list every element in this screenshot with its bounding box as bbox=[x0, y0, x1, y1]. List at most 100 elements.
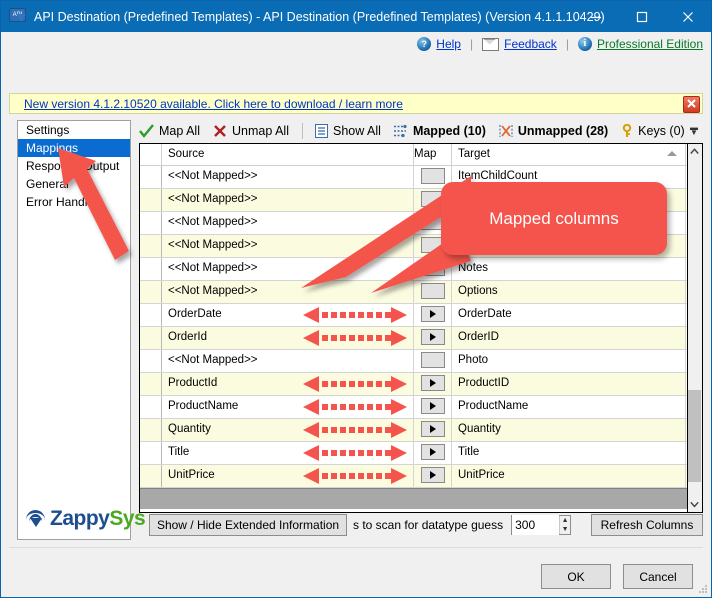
grid-header-map[interactable]: Map bbox=[414, 144, 452, 165]
target-cell[interactable]: Options bbox=[452, 281, 686, 303]
row-selector-cell[interactable] bbox=[140, 373, 162, 395]
update-link[interactable]: New version 4.1.2.10520 available. Click… bbox=[24, 97, 403, 111]
source-cell[interactable]: UnitPrice bbox=[162, 465, 414, 487]
mapped-filter-button[interactable]: Mapped (10) bbox=[393, 124, 486, 138]
sidebar-item-general[interactable]: General bbox=[18, 175, 130, 193]
source-cell[interactable]: ProductName bbox=[162, 396, 414, 418]
row-selector-cell[interactable] bbox=[140, 166, 162, 188]
grid-vertical-scrollbar[interactable] bbox=[688, 143, 703, 513]
table-row[interactable]: Quantity Quantity bbox=[140, 419, 687, 442]
map-all-button[interactable]: Map All bbox=[139, 124, 200, 138]
target-cell[interactable]: UnitPrice bbox=[452, 465, 686, 487]
row-selector-cell[interactable] bbox=[140, 419, 162, 441]
map-toggle-cell[interactable] bbox=[414, 304, 452, 326]
map-button-active[interactable] bbox=[420, 375, 445, 391]
stepper-down-icon[interactable]: ▼ bbox=[560, 525, 570, 534]
table-row[interactable]: <<Not Mapped>> Photo bbox=[140, 350, 687, 373]
table-row[interactable]: <<Not Mapped>> Options bbox=[140, 281, 687, 304]
map-toggle-cell[interactable] bbox=[414, 258, 452, 280]
ok-button[interactable]: OK bbox=[541, 564, 611, 589]
row-selector-cell[interactable] bbox=[140, 235, 162, 257]
unmap-all-button[interactable]: Unmap All bbox=[213, 124, 289, 138]
map-button-active[interactable] bbox=[420, 444, 445, 460]
scroll-up-button[interactable] bbox=[688, 144, 701, 159]
source-cell[interactable]: <<Not Mapped>> bbox=[162, 189, 414, 211]
table-row[interactable]: ProductId ProductID bbox=[140, 373, 687, 396]
target-cell[interactable]: Notes bbox=[452, 258, 686, 280]
source-cell[interactable]: OrderId bbox=[162, 327, 414, 349]
map-toggle-cell[interactable] bbox=[414, 396, 452, 418]
map-button-inactive[interactable] bbox=[420, 168, 445, 184]
resize-gripper[interactable] bbox=[698, 584, 708, 594]
target-cell[interactable]: Title bbox=[452, 442, 686, 464]
row-selector-cell[interactable] bbox=[140, 189, 162, 211]
table-row[interactable]: ProductName ProductName bbox=[140, 396, 687, 419]
row-selector-cell[interactable] bbox=[140, 396, 162, 418]
source-cell[interactable]: ProductId bbox=[162, 373, 414, 395]
scrollbar-thumb[interactable] bbox=[688, 390, 701, 482]
map-button-active[interactable] bbox=[420, 306, 445, 322]
feedback-link[interactable]: Feedback bbox=[504, 37, 557, 51]
target-cell[interactable]: OrderID bbox=[452, 327, 686, 349]
row-selector-cell[interactable] bbox=[140, 465, 162, 487]
table-row[interactable]: <<Not Mapped>> Notes bbox=[140, 258, 687, 281]
scan-rows-stepper[interactable]: ▲ ▼ bbox=[511, 515, 572, 535]
scan-rows-input[interactable] bbox=[512, 515, 560, 535]
stepper-buttons[interactable]: ▲ ▼ bbox=[559, 516, 571, 534]
row-selector-cell[interactable] bbox=[140, 258, 162, 280]
map-toggle-cell[interactable] bbox=[414, 419, 452, 441]
row-selector-cell[interactable] bbox=[140, 442, 162, 464]
map-button-active[interactable] bbox=[420, 398, 445, 414]
scroll-down-button[interactable] bbox=[688, 497, 701, 512]
row-selector-cell[interactable] bbox=[140, 327, 162, 349]
stepper-up-icon[interactable]: ▲ bbox=[560, 516, 570, 525]
map-button-inactive[interactable] bbox=[420, 260, 445, 276]
sidebar-item-error-handling[interactable]: Error Handling bbox=[18, 193, 130, 211]
target-cell[interactable]: Quantity bbox=[452, 419, 686, 441]
map-button-inactive[interactable] bbox=[420, 352, 445, 368]
map-toggle-cell[interactable] bbox=[414, 442, 452, 464]
map-button-active[interactable] bbox=[420, 329, 445, 345]
map-toggle-cell[interactable] bbox=[414, 373, 452, 395]
map-toggle-cell[interactable] bbox=[414, 281, 452, 303]
target-cell[interactable]: ProductID bbox=[452, 373, 686, 395]
grid-header-target[interactable]: Target bbox=[452, 144, 686, 165]
show-hide-extended-info-button[interactable]: Show / Hide Extended Information bbox=[149, 514, 347, 536]
target-cell[interactable]: ProductName bbox=[452, 396, 686, 418]
row-selector-cell[interactable] bbox=[140, 350, 162, 372]
source-cell[interactable]: <<Not Mapped>> bbox=[162, 235, 414, 257]
table-row[interactable]: UnitPrice UnitPrice bbox=[140, 465, 687, 488]
source-cell[interactable]: OrderDate bbox=[162, 304, 414, 326]
show-all-button[interactable]: Show All bbox=[314, 123, 381, 138]
edition-link[interactable]: Professional Edition bbox=[597, 37, 703, 51]
map-toggle-cell[interactable] bbox=[414, 327, 452, 349]
keys-filter-button[interactable]: Keys (0) bbox=[621, 123, 685, 138]
source-cell[interactable]: <<Not Mapped>> bbox=[162, 350, 414, 372]
source-cell[interactable]: <<Not Mapped>> bbox=[162, 166, 414, 188]
source-cell[interactable]: <<Not Mapped>> bbox=[162, 258, 414, 280]
grid-footer-scroll[interactable] bbox=[140, 488, 687, 509]
source-cell[interactable]: <<Not Mapped>> bbox=[162, 281, 414, 303]
toolbar-overflow-icon[interactable]: ▬ ▼ bbox=[687, 122, 701, 138]
target-cell[interactable]: Photo bbox=[452, 350, 686, 372]
grid-header-source[interactable]: Source bbox=[162, 144, 414, 165]
table-row[interactable]: OrderId OrderID bbox=[140, 327, 687, 350]
table-row[interactable]: Title Title bbox=[140, 442, 687, 465]
minimize-button[interactable] bbox=[573, 1, 619, 32]
maximize-button[interactable] bbox=[619, 1, 665, 32]
source-cell[interactable]: Quantity bbox=[162, 419, 414, 441]
help-link[interactable]: Help bbox=[436, 37, 461, 51]
refresh-columns-button[interactable]: Refresh Columns bbox=[591, 514, 703, 536]
source-cell[interactable]: <<Not Mapped>> bbox=[162, 212, 414, 234]
map-button-active[interactable] bbox=[420, 421, 445, 437]
sidebar-item-response-output[interactable]: Response Output bbox=[18, 157, 130, 175]
map-button-active[interactable] bbox=[420, 467, 445, 483]
target-cell[interactable]: OrderDate bbox=[452, 304, 686, 326]
map-button-inactive[interactable] bbox=[420, 283, 445, 299]
map-toggle-cell[interactable] bbox=[414, 350, 452, 372]
cancel-button[interactable]: Cancel bbox=[623, 564, 693, 589]
row-selector-cell[interactable] bbox=[140, 304, 162, 326]
row-selector-cell[interactable] bbox=[140, 281, 162, 303]
table-row[interactable]: OrderDate OrderDate bbox=[140, 304, 687, 327]
sidebar-item-settings[interactable]: Settings bbox=[18, 121, 130, 139]
